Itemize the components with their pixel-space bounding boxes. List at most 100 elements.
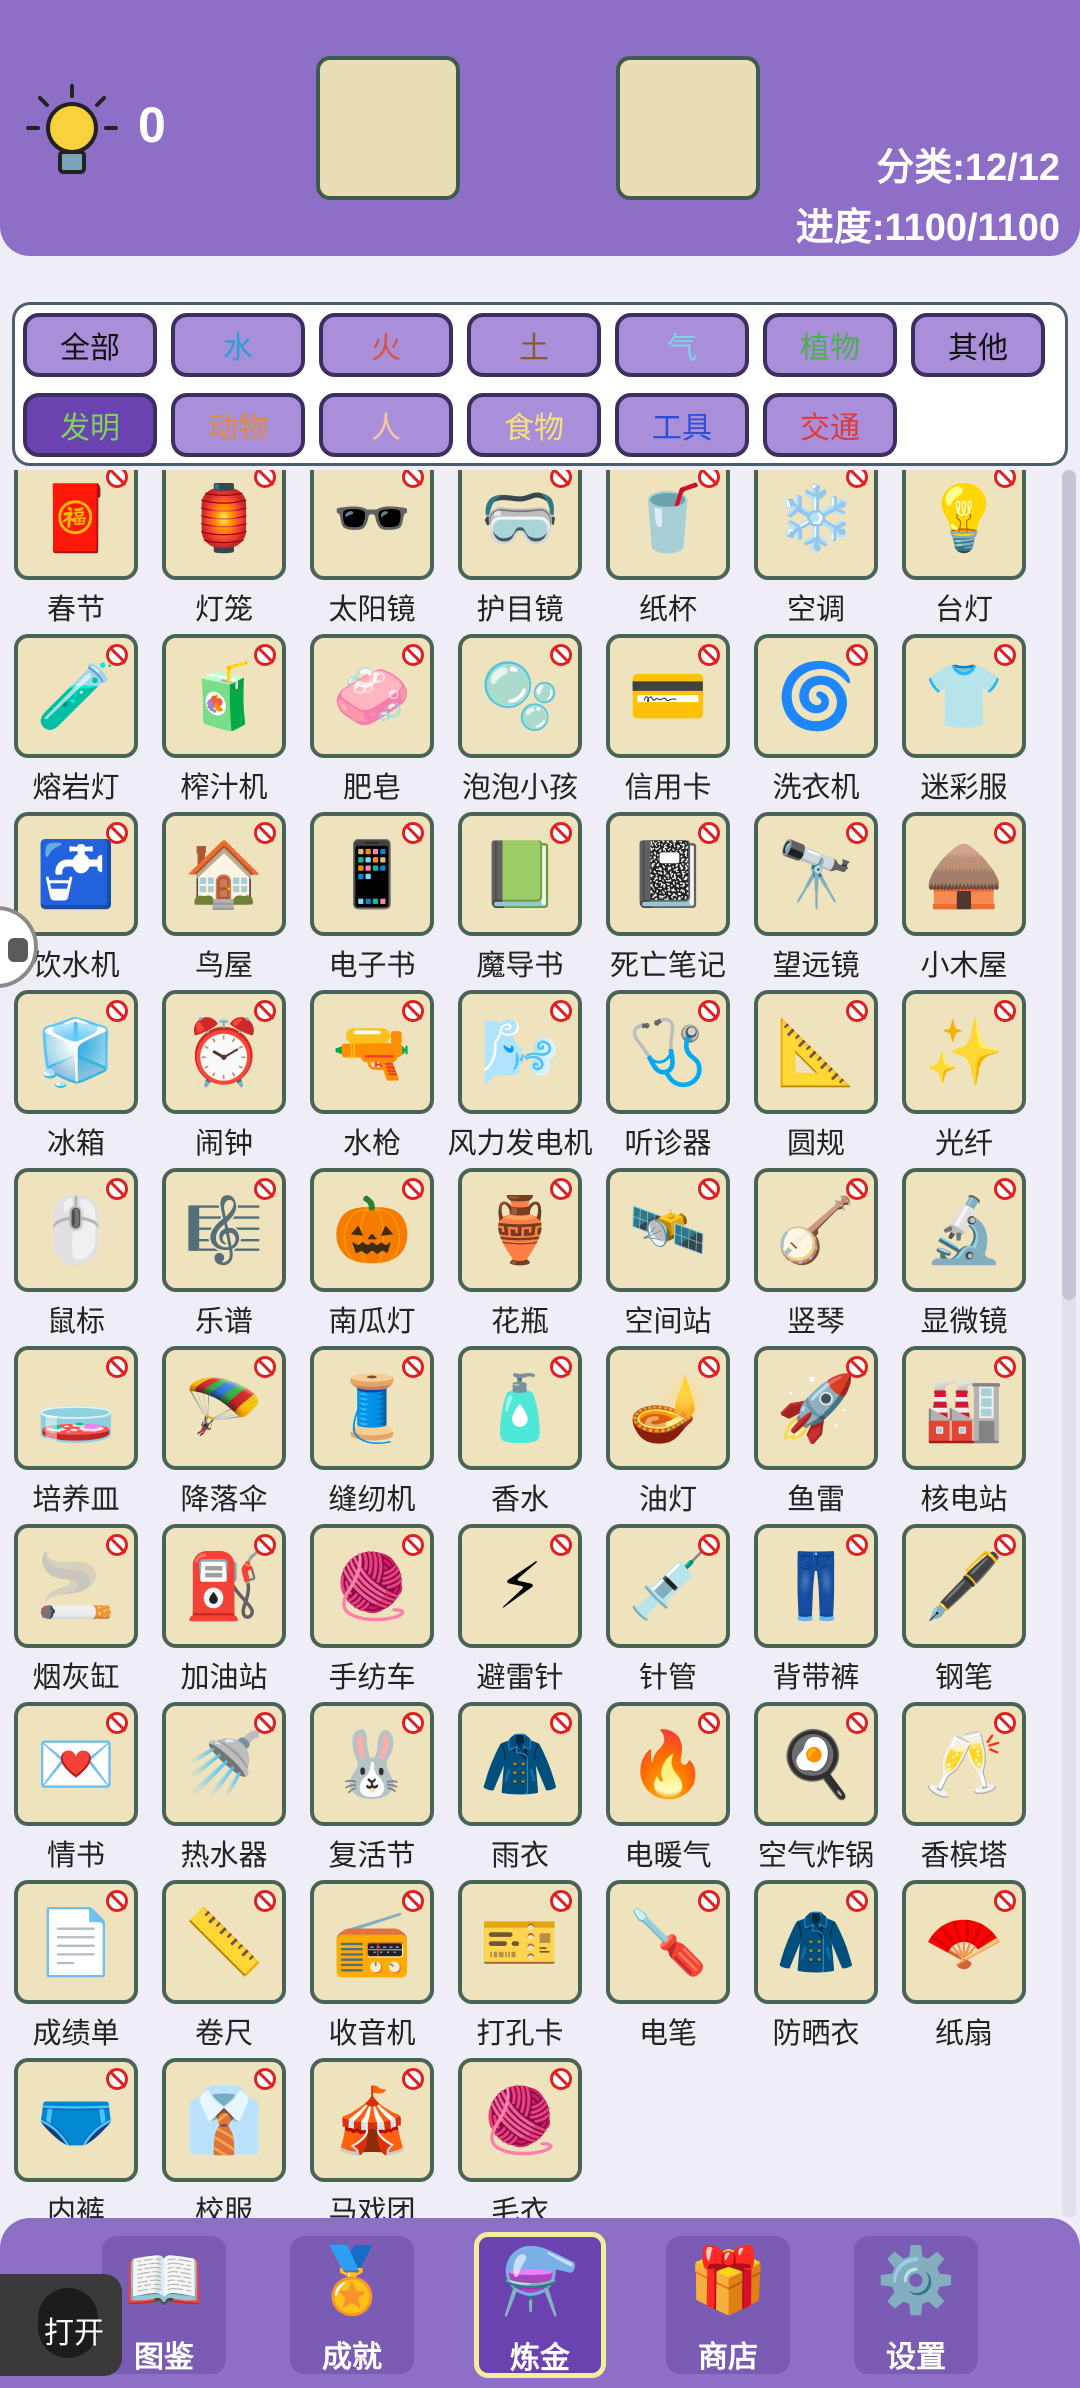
- item-tile[interactable]: 💉: [606, 1524, 730, 1648]
- open-button[interactable]: 打开: [0, 2274, 122, 2376]
- item-tile[interactable]: 💳: [606, 634, 730, 758]
- category-tab[interactable]: 全部: [23, 313, 157, 377]
- item-tile[interactable]: ⛽: [162, 1524, 286, 1648]
- item-card[interactable]: 🪕 竖琴: [742, 1168, 890, 1338]
- item-tile[interactable]: 🪕: [754, 1168, 878, 1292]
- combine-slot-2[interactable]: [616, 56, 760, 200]
- item-tile[interactable]: 👖: [754, 1524, 878, 1648]
- item-card[interactable]: ✨ 光纤: [890, 990, 1038, 1160]
- category-tab[interactable]: 食物: [467, 393, 601, 457]
- item-tile[interactable]: 🧪: [14, 634, 138, 758]
- item-card[interactable]: 🕶️ 太阳镜: [298, 470, 446, 626]
- item-tile[interactable]: 🧧: [14, 470, 138, 580]
- item-card[interactable]: ⚡ 避雷针: [446, 1524, 594, 1694]
- item-card[interactable]: 🪛 电笔: [594, 1880, 742, 2050]
- item-tile[interactable]: 🔭: [754, 812, 878, 936]
- item-card[interactable]: 🎪 马戏团: [298, 2058, 446, 2218]
- item-card[interactable]: 🧪 熔岩灯: [2, 634, 150, 804]
- item-tile[interactable]: 🖋️: [902, 1524, 1026, 1648]
- item-card[interactable]: 🛰️ 空间站: [594, 1168, 742, 1338]
- item-tile[interactable]: 🖱️: [14, 1168, 138, 1292]
- item-card[interactable]: 💳 信用卡: [594, 634, 742, 804]
- item-tile[interactable]: 📱: [310, 812, 434, 936]
- category-tab[interactable]: 工具: [615, 393, 749, 457]
- hint-bulb-icon[interactable]: [22, 82, 122, 182]
- item-card[interactable]: 🏮 灯笼: [150, 470, 298, 626]
- item-tile[interactable]: 🏠: [162, 812, 286, 936]
- item-tile[interactable]: 🏺: [458, 1168, 582, 1292]
- item-tile[interactable]: 👔: [162, 2058, 286, 2182]
- item-card[interactable]: 🧴 香水: [446, 1346, 594, 1516]
- item-tile[interactable]: 📏: [162, 1880, 286, 2004]
- nav-button[interactable]: ⚙️ 设置: [854, 2236, 978, 2374]
- item-tile[interactable]: 📻: [310, 1880, 434, 2004]
- item-tile[interactable]: 💌: [14, 1702, 138, 1826]
- item-card[interactable]: 🌀 洗衣机: [742, 634, 890, 804]
- item-tile[interactable]: 💡: [902, 470, 1026, 580]
- item-tile[interactable]: 🧶: [458, 2058, 582, 2182]
- item-card[interactable]: 🏺 花瓶: [446, 1168, 594, 1338]
- category-tab[interactable]: 水: [171, 313, 305, 377]
- combine-slot-1[interactable]: [316, 56, 460, 200]
- nav-button[interactable]: 🎁 商店: [666, 2236, 790, 2374]
- item-tile[interactable]: 🐰: [310, 1702, 434, 1826]
- item-tile[interactable]: 🧃: [162, 634, 286, 758]
- item-tile[interactable]: 🧥: [458, 1702, 582, 1826]
- item-card[interactable]: 🪔 油灯: [594, 1346, 742, 1516]
- item-tile[interactable]: 📐: [754, 990, 878, 1114]
- item-card[interactable]: 🐰 复活节: [298, 1702, 446, 1872]
- item-tile[interactable]: 🛖: [902, 812, 1026, 936]
- item-card[interactable]: 👖 背带裤: [742, 1524, 890, 1694]
- item-tile[interactable]: 📗: [458, 812, 582, 936]
- item-tile[interactable]: 🫧: [458, 634, 582, 758]
- item-card[interactable]: 🧶 手纺车: [298, 1524, 446, 1694]
- item-tile[interactable]: 🧶: [310, 1524, 434, 1648]
- item-card[interactable]: 🧶 毛衣: [446, 2058, 594, 2218]
- item-tile[interactable]: 🚬: [14, 1524, 138, 1648]
- item-card[interactable]: 🚀 鱼雷: [742, 1346, 890, 1516]
- item-tile[interactable]: 🍳: [754, 1702, 878, 1826]
- item-tile[interactable]: 🚀: [754, 1346, 878, 1470]
- item-tile[interactable]: 🩺: [606, 990, 730, 1114]
- category-tab[interactable]: 植物: [763, 313, 897, 377]
- item-tile[interactable]: 🧫: [14, 1346, 138, 1470]
- item-card[interactable]: 🏠 鸟屋: [150, 812, 298, 982]
- item-tile[interactable]: 🔥: [606, 1702, 730, 1826]
- nav-button[interactable]: ⚗️ 炼金: [474, 2232, 606, 2378]
- item-card[interactable]: 🏭 核电站: [890, 1346, 1038, 1516]
- item-card[interactable]: 🥤 纸杯: [594, 470, 742, 626]
- item-card[interactable]: 📓 死亡笔记: [594, 812, 742, 982]
- item-card[interactable]: 🖋️ 钢笔: [890, 1524, 1038, 1694]
- item-card[interactable]: 💌 情书: [2, 1702, 150, 1872]
- item-card[interactable]: 🩺 听诊器: [594, 990, 742, 1160]
- item-card[interactable]: 🚬 烟灰缸: [2, 1524, 150, 1694]
- item-tile[interactable]: 🪭: [902, 1880, 1026, 2004]
- item-card[interactable]: 💡 台灯: [890, 470, 1038, 626]
- item-tile[interactable]: 🚿: [162, 1702, 286, 1826]
- item-card[interactable]: 📄 成绩单: [2, 1880, 150, 2050]
- item-tile[interactable]: 🎼: [162, 1168, 286, 1292]
- item-card[interactable]: 🧊 冰箱: [2, 990, 150, 1160]
- item-tile[interactable]: 📄: [14, 1880, 138, 2004]
- nav-button[interactable]: 🏅 成就: [290, 2236, 414, 2374]
- item-tile[interactable]: 🔫: [310, 990, 434, 1114]
- item-card[interactable]: 🫧 泡泡小孩: [446, 634, 594, 804]
- item-card[interactable]: 🔬 显微镜: [890, 1168, 1038, 1338]
- item-card[interactable]: ❄️ 空调: [742, 470, 890, 626]
- item-card[interactable]: 🎼 乐谱: [150, 1168, 298, 1338]
- item-tile[interactable]: 🚰: [14, 812, 138, 936]
- item-tile[interactable]: 🕶️: [310, 470, 434, 580]
- item-tile[interactable]: 🧼: [310, 634, 434, 758]
- item-tile[interactable]: 👕: [902, 634, 1026, 758]
- item-card[interactable]: 📐 圆规: [742, 990, 890, 1160]
- category-tab[interactable]: 动物: [171, 393, 305, 457]
- item-card[interactable]: 🖱️ 鼠标: [2, 1168, 150, 1338]
- item-card[interactable]: 🥂 香槟塔: [890, 1702, 1038, 1872]
- item-card[interactable]: 🍳 空气炸锅: [742, 1702, 890, 1872]
- item-tile[interactable]: 🥂: [902, 1702, 1026, 1826]
- item-card[interactable]: 🧫 培养皿: [2, 1346, 150, 1516]
- category-tab[interactable]: 火: [319, 313, 453, 377]
- category-tab[interactable]: 气: [615, 313, 749, 377]
- item-tile[interactable]: 🎪: [310, 2058, 434, 2182]
- item-card[interactable]: 🩲 内裤: [2, 2058, 150, 2218]
